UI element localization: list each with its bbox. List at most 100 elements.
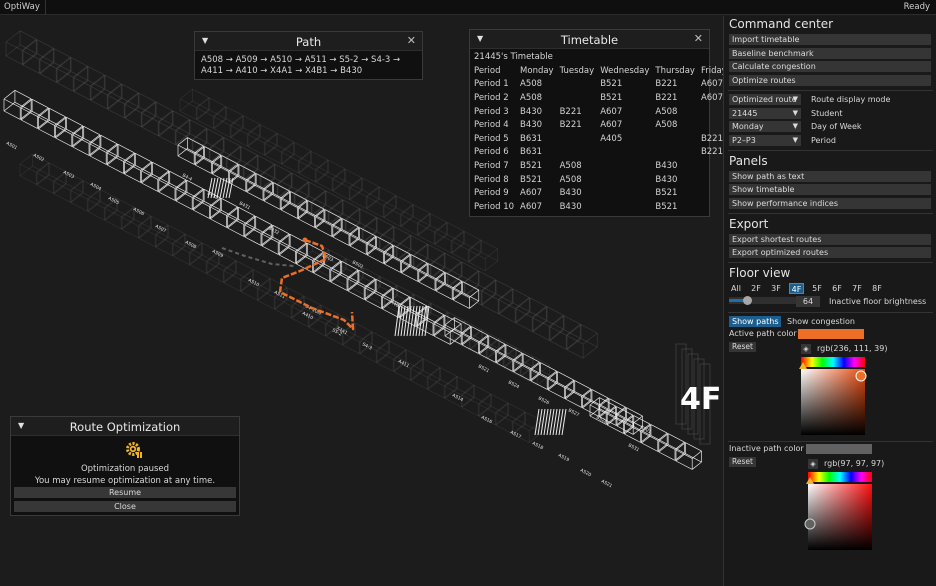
brightness-value[interactable]: 64 <box>796 296 820 307</box>
route-mode-label: Route display mode <box>811 95 891 104</box>
floor-6f-button[interactable]: 6F <box>830 283 844 294</box>
active-color-picker[interactable] <box>797 357 869 437</box>
room-cell: A607 <box>520 188 543 199</box>
room-wireframe <box>158 124 174 137</box>
room-wireframe <box>208 136 224 149</box>
room-wireframe <box>497 288 513 300</box>
room-wireframe <box>400 226 418 236</box>
eyedropper-icon[interactable]: ◈ <box>801 344 811 354</box>
export-optimized-button[interactable]: Export optimized routes <box>729 247 931 258</box>
brightness-slider-knob[interactable] <box>743 296 753 305</box>
show-performance-button[interactable]: Show performance indices <box>729 198 931 209</box>
room-wireframe <box>141 101 157 114</box>
room-wireframe <box>359 227 376 237</box>
reset-active-color-button[interactable]: Reset <box>729 342 756 352</box>
inactive-color-picker[interactable] <box>804 472 876 552</box>
room-wireframe <box>83 126 101 136</box>
room-wireframe <box>464 270 480 283</box>
floor-5f-button[interactable]: 5F <box>810 283 824 294</box>
room-wireframe <box>55 70 71 83</box>
period-select[interactable]: P2–P3 ▼ <box>729 135 801 146</box>
room-wireframe <box>529 297 547 307</box>
room-wireframe <box>71 125 83 135</box>
tab-show-paths[interactable]: Show paths <box>729 316 782 327</box>
room-label: A507 <box>154 223 167 234</box>
route-mode-select[interactable]: Optimized route ▼ <box>729 94 801 105</box>
room-wireframe <box>384 263 401 273</box>
eyedropper-icon[interactable]: ◈ <box>808 459 818 469</box>
close-icon[interactable]: ✕ <box>407 34 416 47</box>
room-wireframe <box>640 434 651 443</box>
room-wireframe <box>221 155 239 165</box>
floor-2f-button[interactable]: 2F <box>749 283 763 294</box>
floor-all-button[interactable]: All <box>729 283 743 294</box>
close-icon[interactable]: ✕ <box>694 32 703 45</box>
room-wireframe <box>328 159 345 170</box>
close-button[interactable]: Close <box>14 501 236 512</box>
status-text: Ready <box>903 2 930 12</box>
export-shortest-button[interactable]: Export shortest routes <box>729 234 931 245</box>
room-cell: B221 <box>559 120 582 131</box>
resume-button[interactable]: Resume <box>14 487 236 498</box>
room-wireframe <box>451 291 462 300</box>
route-optimization-panel[interactable]: ▼ Route Optimization Optimization paused… <box>10 416 240 516</box>
room-wireframe <box>525 411 542 421</box>
show-path-text-button[interactable]: Show path as text <box>729 171 931 182</box>
room-wireframe <box>227 227 244 237</box>
active-color-swatch[interactable] <box>798 329 864 339</box>
calculate-congestion-button[interactable]: Calculate congestion <box>729 61 931 72</box>
route-panel-titlebar[interactable]: ▼ Route Optimization <box>11 417 239 436</box>
room-cell: B521 <box>600 79 623 90</box>
inactive-path-color-label: Inactive path color <box>729 444 804 453</box>
room-wireframe <box>244 216 256 226</box>
room-wireframe <box>355 322 372 332</box>
room-wireframe <box>3 90 16 100</box>
day-select[interactable]: Monday ▼ <box>729 121 801 132</box>
menu-divider <box>45 0 46 15</box>
room-wireframe <box>245 183 256 192</box>
room-wireframe <box>376 217 394 227</box>
reset-inactive-color-button[interactable]: Reset <box>729 457 756 467</box>
student-value: 21445 <box>732 109 758 118</box>
floor-4f-button[interactable]: 4F <box>789 283 804 294</box>
room-wireframe <box>242 154 258 167</box>
optimize-routes-button[interactable]: Optimize routes <box>729 75 931 86</box>
room-wireframe <box>39 48 55 61</box>
room-wireframe <box>410 368 428 378</box>
import-timetable-button[interactable]: Import timetable <box>729 34 931 45</box>
room-wireframe <box>365 235 376 244</box>
student-select[interactable]: 21445 ▼ <box>729 108 801 119</box>
show-timetable-button[interactable]: Show timetable <box>729 184 931 195</box>
floor-7f-button[interactable]: 7F <box>850 283 864 294</box>
room-wireframe <box>72 134 90 144</box>
floor-3f-button[interactable]: 3F <box>769 283 783 294</box>
room-wireframe <box>157 110 173 122</box>
inactive-color-swatch[interactable] <box>806 444 872 454</box>
room-wireframe <box>298 172 316 183</box>
room-cell: B521 <box>655 201 678 212</box>
room-wireframe <box>179 98 197 108</box>
floor-8f-button[interactable]: 8F <box>870 283 884 294</box>
room-wireframe <box>243 155 259 167</box>
room-wireframe <box>434 282 445 291</box>
room-wireframe <box>141 126 159 136</box>
brightness-slider[interactable] <box>729 296 802 305</box>
room-wireframe <box>400 253 411 262</box>
tab-show-congestion[interactable]: Show congestion <box>784 316 858 327</box>
room-wireframe <box>189 252 207 262</box>
room-wireframe <box>264 155 282 165</box>
room-cell <box>653 132 699 146</box>
divider <box>728 213 933 214</box>
path-panel-titlebar[interactable]: ▼ Path ✕ <box>195 32 422 51</box>
room-label: B521 <box>477 363 490 374</box>
baseline-benchmark-button[interactable]: Baseline benchmark <box>729 48 931 59</box>
path-panel[interactable]: ▼ Path ✕ A508 → A509 → A510 → A511 → S5-… <box>194 31 423 80</box>
room-wireframe <box>257 300 275 310</box>
room-wireframe <box>650 424 668 434</box>
timetable-panel[interactable]: ▼ Timetable ✕ 21445's Timetable Period Mo… <box>469 29 727 217</box>
room-wireframe <box>244 224 262 234</box>
timetable-panel-titlebar[interactable]: ▼ Timetable ✕ <box>470 30 709 49</box>
room-wireframe <box>431 303 448 313</box>
room-wireframe <box>546 306 564 316</box>
room-wireframe <box>481 240 498 250</box>
